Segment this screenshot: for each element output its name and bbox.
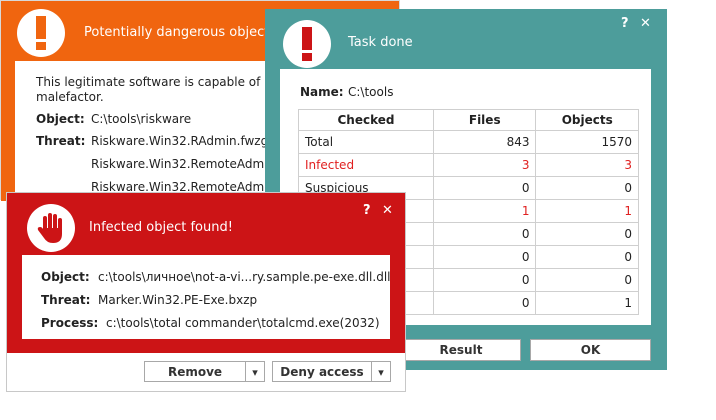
files-cell: 0 xyxy=(432,268,537,292)
help-button[interactable]: ? xyxy=(363,203,371,218)
object-label: Object: xyxy=(41,270,90,284)
objects-cell: 0 xyxy=(535,222,639,246)
help-button[interactable]: ? xyxy=(621,16,629,31)
name-label: Name: xyxy=(300,85,344,99)
objects-cell: 0 xyxy=(535,245,639,269)
window-title: Task done xyxy=(348,35,413,50)
threat-value: Riskware.Win32.RemoteAdmin.c xyxy=(91,157,286,171)
infected-object-window: Infected object found! ? ✕ Object: c:\to… xyxy=(6,192,406,392)
message-line: malefactor. xyxy=(36,90,104,104)
result-button[interactable]: Result xyxy=(401,339,521,361)
objects-cell: 0 xyxy=(535,268,639,292)
ok-button[interactable]: OK xyxy=(530,339,651,361)
objects-cell: 3 xyxy=(535,153,639,177)
objects-cell: 1570 xyxy=(535,130,639,154)
message-line: This legitimate software is capable of h… xyxy=(36,75,296,89)
process-value: c:\tools\total commander\totalcmd.exe(20… xyxy=(106,316,380,330)
remove-dropdown-arrow[interactable]: ▾ xyxy=(245,361,265,382)
files-cell: 0 xyxy=(432,291,537,315)
object-value: c:\tools\личное\not-a-vi...ry.sample.pe-… xyxy=(98,270,391,284)
column-header: Objects xyxy=(535,109,639,131)
name-value: C:\tools xyxy=(348,85,394,99)
files-cell: 0 xyxy=(432,222,537,246)
exclamation-icon xyxy=(283,20,331,68)
threat-value: Marker.Win32.PE-Exe.bxzp xyxy=(98,293,258,307)
row-label: Infected xyxy=(298,153,434,177)
dangerous-object-border xyxy=(1,61,15,201)
table-row: Total 843 1570 xyxy=(298,130,639,154)
objects-cell: 0 xyxy=(535,176,639,200)
objects-cell: 1 xyxy=(535,291,639,315)
table-row: Infected 3 3 xyxy=(298,153,639,177)
object-value: C:\tools\riskware xyxy=(91,112,192,126)
close-button[interactable]: ✕ xyxy=(382,203,393,218)
threat-value: Riskware.Win32.RAdmin.fwzg xyxy=(91,134,269,148)
stop-hand-icon xyxy=(27,204,75,252)
remove-button[interactable]: Remove xyxy=(144,361,246,382)
files-cell: 843 xyxy=(432,130,537,154)
column-header: Files xyxy=(432,109,537,131)
window-title: Infected object found! xyxy=(89,220,233,235)
object-label: Object: xyxy=(36,112,85,126)
objects-cell: 1 xyxy=(535,199,639,223)
deny-access-dropdown-arrow[interactable]: ▾ xyxy=(371,361,391,382)
process-label: Process: xyxy=(41,316,99,330)
files-cell: 0 xyxy=(432,176,537,200)
files-cell: 0 xyxy=(432,245,537,269)
close-button[interactable]: ✕ xyxy=(640,16,651,31)
row-label: Total xyxy=(298,130,434,154)
infection-details-panel: Object: c:\tools\личное\not-a-vi...ry.sa… xyxy=(22,255,391,339)
threat-label: Threat: xyxy=(36,134,86,148)
deny-access-button[interactable]: Deny access xyxy=(272,361,372,382)
exclamation-icon xyxy=(17,9,65,57)
column-header: Checked xyxy=(298,109,434,131)
threat-label: Threat: xyxy=(41,293,91,307)
files-cell: 1 xyxy=(432,199,537,223)
files-cell: 3 xyxy=(432,153,537,177)
